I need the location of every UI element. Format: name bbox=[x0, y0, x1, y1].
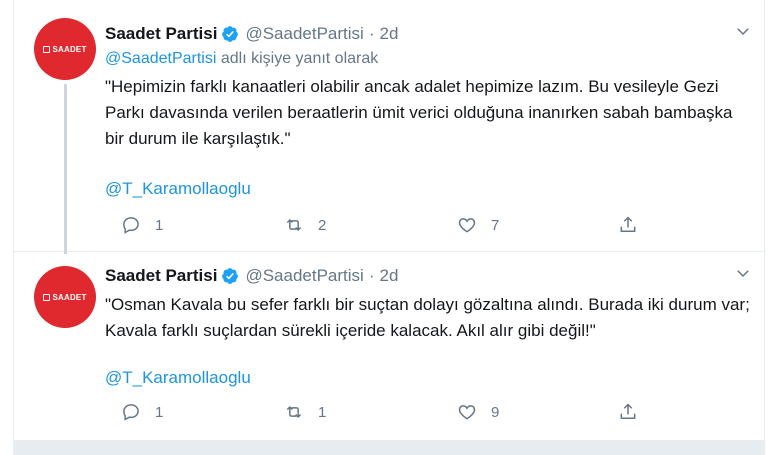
mention-link[interactable]: @T_Karamollaoglu bbox=[105, 179, 752, 199]
chevron-down-icon[interactable] bbox=[734, 264, 752, 282]
tweet-timestamp[interactable]: 2d bbox=[380, 266, 399, 286]
saadet-logo: SAADET bbox=[43, 45, 86, 54]
reply-icon bbox=[123, 404, 139, 421]
tweet-header: Saadet Partisi @SaadetPartisi · 2d bbox=[105, 264, 752, 288]
like-icon bbox=[458, 405, 476, 420]
reply-button[interactable]: 1 bbox=[121, 215, 163, 235]
logo-mark-icon bbox=[43, 293, 51, 301]
share-button[interactable] bbox=[618, 215, 638, 235]
like-count: 9 bbox=[491, 403, 500, 421]
tweet-content: Saadet Partisi @SaadetPartisi · 2d @Saad… bbox=[105, 22, 752, 199]
tweet[interactable]: SAADET Saadet Partisi @SaadetPartisi · 2… bbox=[14, 252, 766, 440]
share-button[interactable] bbox=[618, 402, 638, 422]
avatar[interactable]: SAADET bbox=[34, 266, 96, 328]
tweet-actions: 1 2 7 bbox=[105, 214, 636, 236]
tweet-content: Saadet Partisi @SaadetPartisi · 2d "Osma… bbox=[105, 264, 752, 388]
retweet-count: 1 bbox=[318, 403, 327, 421]
retweet-button[interactable]: 1 bbox=[284, 402, 326, 422]
separator-dot: · bbox=[368, 24, 375, 43]
retweet-icon bbox=[286, 405, 302, 419]
tweet[interactable]: SAADET Saadet Partisi @SaadetPartisi · 2… bbox=[14, 0, 766, 254]
retweet-icon bbox=[286, 218, 302, 232]
retweet-count: 2 bbox=[318, 216, 327, 234]
share-icon bbox=[620, 216, 636, 232]
reply-icon bbox=[123, 217, 139, 234]
mention-link[interactable]: @T_Karamollaoglu bbox=[105, 368, 752, 388]
replying-to: @SaadetPartisi adlı kişiye yanıt olarak bbox=[105, 50, 752, 72]
verified-icon bbox=[222, 268, 239, 284]
replying-mention-link[interactable]: @SaadetPartisi bbox=[105, 50, 216, 67]
timeline-footer bbox=[13, 440, 765, 455]
author-name[interactable]: Saadet Partisi bbox=[105, 24, 217, 44]
separator-dot: · bbox=[368, 266, 375, 285]
reply-button[interactable]: 1 bbox=[121, 402, 163, 422]
avatar-label: SAADET bbox=[52, 44, 87, 54]
avatar[interactable]: SAADET bbox=[34, 18, 96, 80]
tweet-header: Saadet Partisi @SaadetPartisi · 2d bbox=[105, 22, 752, 46]
retweet-button[interactable]: 2 bbox=[284, 215, 326, 235]
saadet-logo: SAADET bbox=[43, 293, 86, 302]
tweet-text: "Hepimizin farklı kanaatleri olabilir an… bbox=[105, 77, 733, 148]
timeline: SAADET Saadet Partisi @SaadetPartisi · 2… bbox=[13, 0, 766, 440]
verified-icon bbox=[222, 26, 239, 42]
like-button[interactable]: 9 bbox=[457, 402, 499, 422]
chevron-down-icon[interactable] bbox=[734, 22, 752, 40]
tweet-text: "Osman Kavala bu sefer farklı bir suçtan… bbox=[105, 295, 750, 340]
replying-text: adlı kişiye yanıt olarak bbox=[216, 50, 379, 67]
author-handle[interactable]: @SaadetPartisi bbox=[245, 24, 363, 44]
like-button[interactable]: 7 bbox=[457, 215, 499, 235]
author-name[interactable]: Saadet Partisi bbox=[105, 266, 217, 286]
share-icon bbox=[620, 403, 636, 419]
like-count: 7 bbox=[491, 216, 500, 234]
reply-count: 1 bbox=[155, 216, 164, 234]
like-icon bbox=[458, 218, 476, 233]
thread-line bbox=[64, 84, 67, 254]
tweet-actions: 1 1 9 bbox=[105, 401, 636, 423]
reply-count: 1 bbox=[155, 403, 164, 421]
tweet-timestamp[interactable]: 2d bbox=[380, 24, 399, 44]
logo-mark-icon bbox=[43, 45, 51, 53]
author-handle[interactable]: @SaadetPartisi bbox=[245, 266, 363, 286]
avatar-label: SAADET bbox=[52, 292, 87, 302]
